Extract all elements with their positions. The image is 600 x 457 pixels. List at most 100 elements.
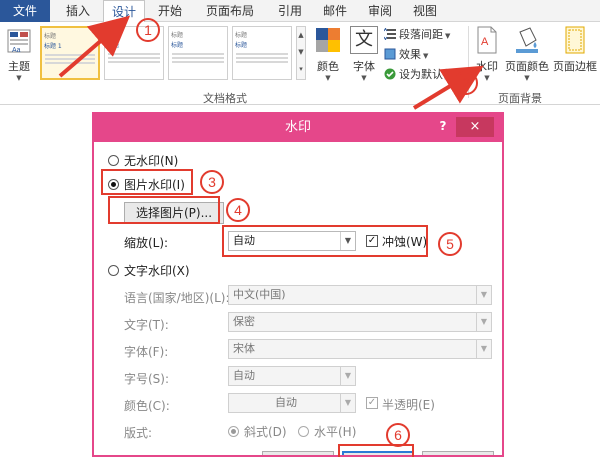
- tab-home[interactable]: 开始: [150, 0, 190, 22]
- cancel-button[interactable]: [422, 451, 494, 455]
- font-glyph-icon: 文: [350, 26, 378, 54]
- chevron-down-icon: ▼: [340, 367, 355, 385]
- language-value: 中文(中国): [233, 288, 286, 301]
- group-label-document-format: 文档格式: [203, 92, 247, 105]
- size-select[interactable]: 自动 ▼: [228, 366, 356, 386]
- language-select[interactable]: 中文(中国) ▼: [228, 285, 492, 305]
- tab-design[interactable]: 设计: [103, 0, 145, 23]
- effects-icon: [384, 48, 396, 60]
- text-value: 保密: [233, 315, 255, 328]
- no-watermark-radio[interactable]: [108, 155, 119, 166]
- font-select[interactable]: 宋体 ▼: [228, 339, 492, 359]
- text-label: 文字(T):: [124, 318, 169, 332]
- svg-text:A: A: [481, 36, 489, 48]
- language-label: 语言(国家/地区)(L):: [124, 291, 230, 305]
- fonts-button[interactable]: 文 字体 ▼: [348, 26, 380, 82]
- effects-label: 效果: [399, 48, 421, 61]
- callout-5: 5: [438, 232, 462, 256]
- thumb-title: 标题: [235, 32, 248, 39]
- text-watermark-label[interactable]: 文字水印(X): [124, 262, 190, 279]
- tab-review[interactable]: 审阅: [360, 0, 400, 22]
- paragraph-spacing-label: 段落间距: [399, 28, 443, 41]
- highlight-box: [222, 225, 428, 257]
- fonts-label: 字体: [353, 60, 375, 73]
- color-palette-icon: [316, 28, 340, 52]
- scale-label: 缩放(L):: [124, 236, 169, 250]
- horizontal-label[interactable]: 水平(H): [314, 423, 356, 440]
- set-default-label: 设为默认值: [399, 68, 454, 81]
- size-label: 字号(S):: [124, 372, 170, 386]
- theme-label: 主题: [8, 60, 30, 73]
- colors-button[interactable]: 颜色 ▼: [312, 26, 344, 82]
- diagonal-radio[interactable]: [228, 426, 239, 437]
- svg-text:Aa: Aa: [12, 47, 21, 54]
- callout-6: 6: [386, 423, 410, 447]
- paragraph-spacing-button[interactable]: 段落间距 ▼: [384, 26, 450, 42]
- thumb-title: 标题: [171, 32, 184, 39]
- watermark-label: 水印: [476, 60, 498, 73]
- color-value: 自动: [275, 396, 297, 409]
- theme-button[interactable]: Aa 主题 ▼: [4, 28, 34, 82]
- font-label: 字体(F):: [124, 345, 169, 359]
- no-watermark-label[interactable]: 无水印(N): [124, 152, 178, 169]
- semitransparent-label[interactable]: 半透明(E): [382, 396, 435, 413]
- style-gallery: 标题 标题 1 标题 标题 标题 标题 标题 标题 ▲ ▼ ▾: [40, 26, 306, 82]
- semitransparent-checkbox[interactable]: ✓: [366, 397, 378, 409]
- tab-view[interactable]: 视图: [405, 0, 445, 22]
- text-select[interactable]: 保密 ▼: [228, 312, 492, 332]
- text-watermark-radio[interactable]: [108, 265, 119, 276]
- tab-page-layout[interactable]: 页面布局: [195, 0, 265, 22]
- page-borders-button[interactable]: 页面边框: [551, 26, 599, 74]
- tab-references[interactable]: 引用: [270, 0, 310, 22]
- style-thumbnail[interactable]: 标题 标题: [168, 26, 228, 80]
- watermark-dialog: 水印 ? × 无水印(N) 图片水印(I) 选择图片(P)... 缩放(L): …: [92, 112, 504, 457]
- help-button[interactable]: ?: [433, 114, 453, 138]
- gallery-scroll-buttons[interactable]: ▲ ▼ ▾: [296, 26, 306, 80]
- paragraph-spacing-icon: [384, 28, 396, 40]
- ribbon-panel: Aa 主题 ▼ 标题 标题 1 标题 标题 标题 标题 标题 标题 ▲▼▾: [0, 22, 600, 105]
- chevron-down-icon: ▼: [476, 340, 491, 358]
- size-value: 自动: [233, 369, 255, 382]
- callout-3: 3: [200, 170, 224, 194]
- chevron-down-icon: ▼: [361, 74, 367, 82]
- watermark-icon: A: [477, 26, 497, 54]
- thumb-heading: 标题 1: [44, 43, 62, 50]
- callout-1: 1: [136, 18, 160, 42]
- close-button[interactable]: ×: [456, 117, 494, 137]
- watermark-button[interactable]: A 水印 ▼: [472, 26, 502, 82]
- diagonal-label[interactable]: 斜式(D): [244, 423, 287, 440]
- color-select[interactable]: 自动 ▼: [228, 393, 356, 413]
- thumb-heading: 标题: [107, 42, 120, 49]
- tab-insert[interactable]: 插入: [58, 0, 98, 22]
- tab-mailings[interactable]: 邮件: [315, 0, 355, 22]
- highlight-box: [101, 169, 193, 195]
- page-color-button[interactable]: 页面颜色 ▼: [503, 26, 551, 82]
- layout-label: 版式:: [124, 426, 153, 440]
- callout-2: 2: [454, 71, 478, 95]
- font-value: 宋体: [233, 342, 255, 355]
- dialog-titlebar[interactable]: 水印 ? ×: [94, 114, 502, 142]
- apply-button[interactable]: [262, 451, 334, 455]
- checkmark-circle-icon: [384, 68, 396, 80]
- style-thumbnail[interactable]: 标题 标题 1: [40, 26, 100, 80]
- highlight-box: [108, 196, 220, 224]
- chevron-down-icon: ▼: [524, 74, 530, 82]
- group-label-page-background: 页面背景: [498, 92, 542, 105]
- ribbon-tab-bar: 文件 插入 设计 开始 页面布局 引用 邮件 审阅 视图: [0, 0, 600, 23]
- style-thumbnail[interactable]: 标题 标题: [232, 26, 292, 80]
- horizontal-radio[interactable]: [298, 426, 309, 437]
- chevron-down-icon: ▼: [476, 313, 491, 331]
- tab-file[interactable]: 文件: [0, 0, 50, 22]
- thumb-heading: 标题: [235, 42, 248, 49]
- color-label: 颜色(C):: [124, 399, 170, 413]
- chevron-down-icon: ▼: [340, 394, 355, 412]
- chevron-down-icon: ▼: [325, 74, 331, 82]
- page-borders-label: 页面边框: [553, 60, 597, 73]
- thumb-heading: 标题: [171, 42, 184, 49]
- chevron-down-icon: ▼: [16, 74, 22, 82]
- callout-4: 4: [226, 198, 250, 222]
- effects-button[interactable]: 效果 ▼: [384, 46, 428, 62]
- theme-icon: Aa: [7, 29, 31, 54]
- thumb-title: 标题: [44, 33, 57, 40]
- set-default-button[interactable]: 设为默认值: [384, 66, 454, 82]
